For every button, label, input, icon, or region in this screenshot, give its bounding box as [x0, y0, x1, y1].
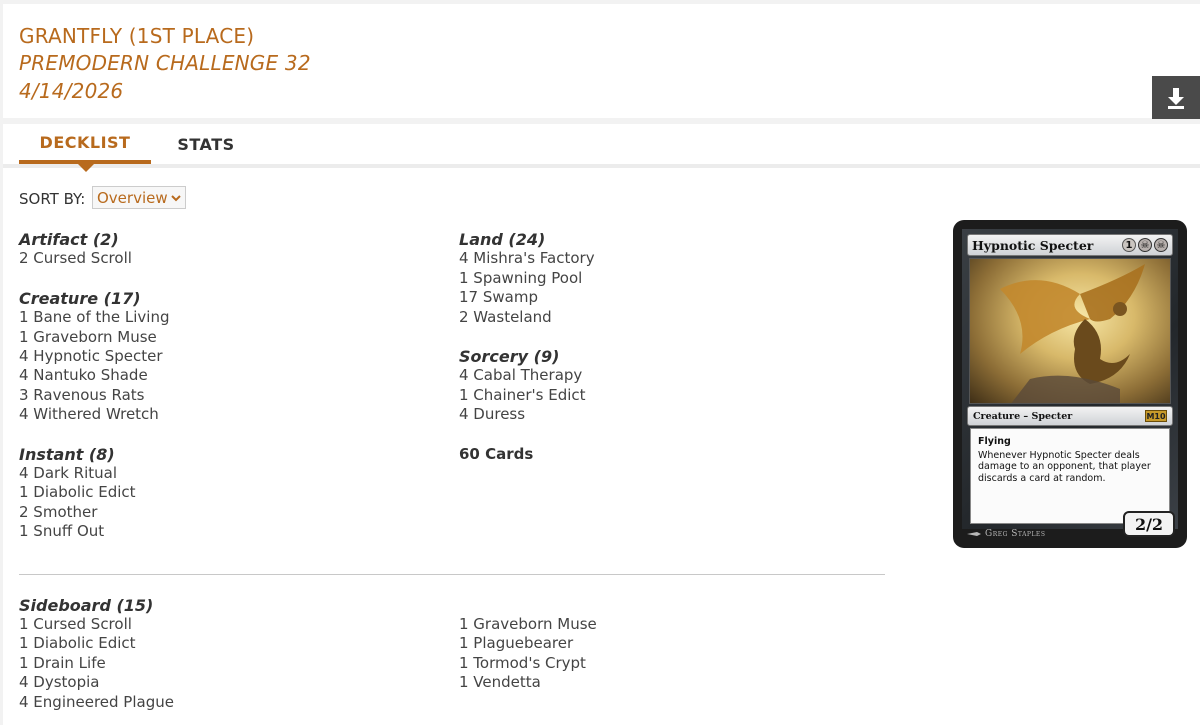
specter-art-illustration — [1000, 264, 1145, 403]
tab-decklist[interactable]: DECKLIST — [19, 124, 151, 164]
card-power-toughness: 2/2 — [1123, 511, 1175, 537]
card-entry[interactable]: 1 Chainer's Edict — [459, 386, 839, 405]
card-entry[interactable]: 2 Wasteland — [459, 308, 839, 327]
card-entry[interactable]: 4 Hypnotic Specter — [19, 347, 399, 366]
card-ability: Whenever Hypnotic Specter deals damage t… — [978, 449, 1151, 484]
card-entry[interactable]: 4 Cabal Therapy — [459, 366, 839, 385]
card-entry[interactable]: 1 Bane of the Living — [19, 308, 399, 327]
total-card-count: 60 Cards — [459, 444, 534, 463]
tab-divider — [3, 164, 1200, 168]
download-button[interactable] — [1152, 76, 1200, 119]
section-artifact: Artifact (2) 2 Cursed Scroll — [19, 230, 399, 269]
black-mana-icon: ☠ — [1154, 238, 1168, 252]
card-entry[interactable]: 1 Diabolic Edict — [19, 483, 399, 502]
section-heading: Instant (8) — [19, 444, 115, 464]
sort-select[interactable]: Overview — [92, 186, 186, 209]
paintbrush-icon — [967, 532, 981, 536]
sort-selected-value: Overview — [97, 188, 168, 207]
card-entry[interactable]: 3 Ravenous Rats — [19, 386, 399, 405]
card-entry[interactable]: 17 Swamp — [459, 288, 839, 307]
card-rules-text: Flying Whenever Hypnotic Specter deals d… — [970, 428, 1170, 524]
section-heading: Sorcery (9) — [459, 347, 560, 367]
download-icon — [1168, 87, 1184, 109]
mainboard-right-column: Land (24) 4 Mishra's Factory 1 Spawning … — [459, 230, 839, 464]
tab-stats[interactable]: STATS — [151, 124, 261, 164]
sideboard-heading: Sideboard (15) — [19, 596, 154, 615]
card-artist: Greg Staples — [985, 529, 1046, 539]
card-entry[interactable]: 4 Mishra's Factory — [459, 249, 839, 268]
chevron-down-icon — [170, 194, 181, 201]
card-entry[interactable]: 1 Spawning Pool — [459, 269, 839, 288]
card-entry[interactable]: 4 Withered Wretch — [19, 405, 399, 424]
sideboard-divider — [19, 574, 885, 575]
card-artist-credit: Greg Staples — [967, 529, 1045, 539]
player-title: GRANTFLY (1ST PLACE) — [19, 24, 255, 48]
event-header: GRANTFLY (1ST PLACE) PREMODERN CHALLENGE… — [3, 4, 1200, 119]
black-mana-icon: ☠ — [1138, 238, 1152, 252]
card-entry[interactable]: 1 Snuff Out — [19, 522, 399, 541]
set-symbol-icon: M10 — [1145, 410, 1167, 422]
sideboard-left-column: 1 Cursed Scroll 1 Diabolic Edict 1 Drain… — [19, 615, 174, 712]
card-entry[interactable]: 1 Plaguebearer — [459, 634, 597, 653]
section-creature: Creature (17) 1 Bane of the Living 1 Gra… — [19, 289, 399, 425]
card-entry[interactable]: 2 Cursed Scroll — [19, 249, 399, 268]
section-heading: Land (24) — [459, 230, 546, 249]
card-entry[interactable]: 1 Vendetta — [459, 673, 597, 692]
card-name-bar: Hypnotic Specter 1 ☠ ☠ — [967, 234, 1173, 256]
active-tab-caret — [78, 164, 94, 172]
section-heading: Artifact (2) — [19, 230, 119, 249]
sort-label: SORT BY: — [19, 190, 86, 208]
event-name: PREMODERN CHALLENGE 32 — [19, 51, 311, 75]
card-name: Hypnotic Specter — [972, 237, 1094, 253]
card-art — [969, 258, 1171, 404]
section-sorcery: Sorcery (9) 4 Cabal Therapy 1 Chainer's … — [459, 347, 839, 425]
card-entry[interactable]: 1 Graveborn Muse — [19, 328, 399, 347]
card-entry[interactable]: 4 Duress — [459, 405, 839, 424]
section-instant: Instant (8) 4 Dark Ritual 1 Diabolic Edi… — [19, 445, 399, 542]
card-entry[interactable]: 4 Dystopia — [19, 673, 174, 692]
card-entry[interactable]: 4 Dark Ritual — [19, 464, 399, 483]
card-entry[interactable]: 1 Cursed Scroll — [19, 615, 174, 634]
card-type-line: Creature – Specter — [973, 410, 1073, 422]
card-entry[interactable]: 4 Nantuko Shade — [19, 366, 399, 385]
section-land: Land (24) 4 Mishra's Factory 1 Spawning … — [459, 230, 839, 327]
card-entry[interactable]: 1 Diabolic Edict — [19, 634, 174, 653]
mainboard-left-column: Artifact (2) 2 Cursed Scroll Creature (1… — [19, 230, 399, 562]
card-entry[interactable]: 1 Drain Life — [19, 654, 174, 673]
sideboard-right-column: 1 Graveborn Muse 1 Plaguebearer 1 Tormod… — [459, 615, 597, 693]
generic-mana-symbol: 1 — [1122, 238, 1136, 252]
event-date: 4/14/2026 — [19, 79, 124, 103]
card-entry[interactable]: 2 Smother — [19, 503, 399, 522]
decklist-panel: DECKLIST STATS SORT BY: Overview Artifac… — [3, 124, 1200, 725]
card-entry[interactable]: 4 Engineered Plague — [19, 693, 174, 712]
card-type-bar: Creature – Specter M10 — [967, 406, 1173, 426]
section-heading: Creature (17) — [19, 288, 141, 308]
card-keyword: Flying — [978, 436, 1011, 447]
card-entry[interactable]: 1 Graveborn Muse — [459, 615, 597, 634]
card-entry[interactable]: 1 Tormod's Crypt — [459, 654, 597, 673]
card-preview: Hypnotic Specter 1 ☠ ☠ Creature – Specte… — [953, 220, 1187, 548]
